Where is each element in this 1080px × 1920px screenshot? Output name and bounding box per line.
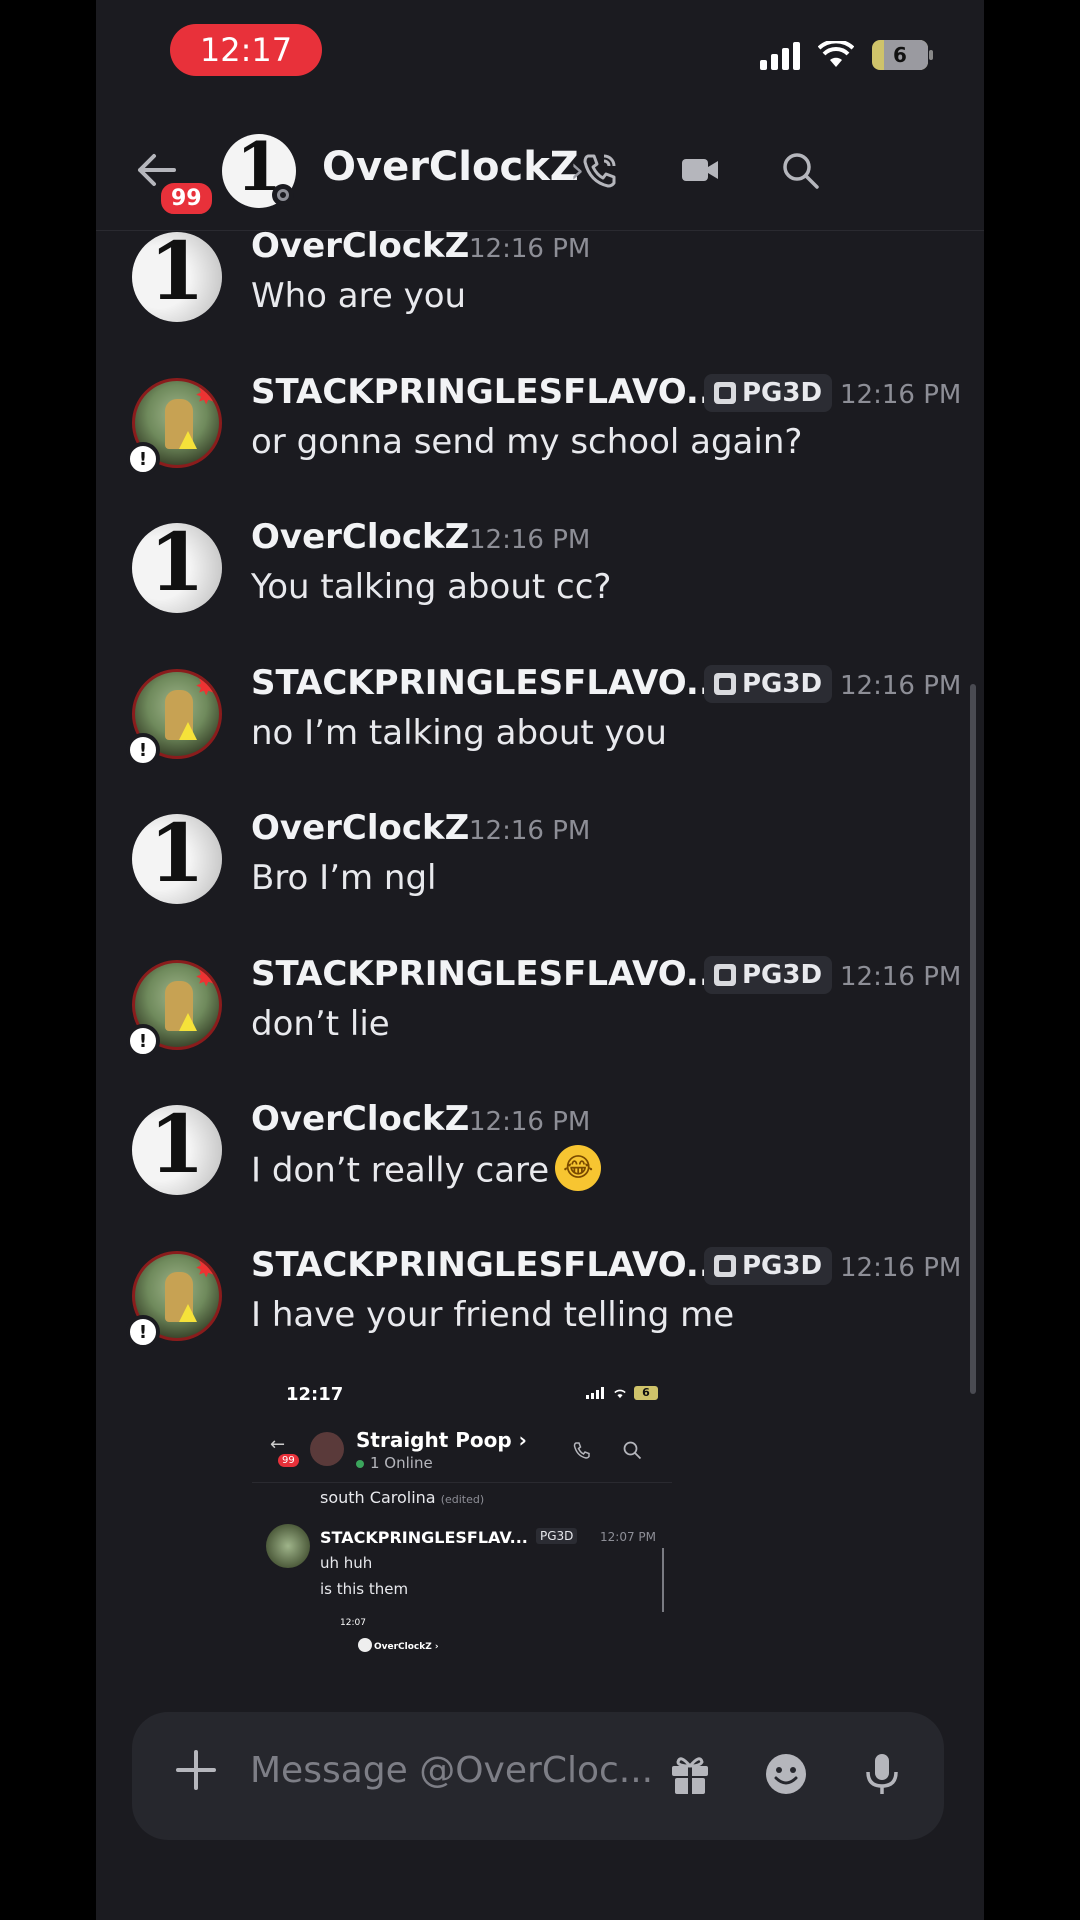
cellular-signal-icon: [760, 40, 800, 70]
message-timestamp: 12:16 PM: [469, 234, 591, 264]
message-author[interactable]: OverClockZ: [251, 517, 469, 557]
embed-timestamp: 12:07 PM: [600, 1530, 656, 1544]
cellular-signal-icon: [586, 1387, 604, 1399]
warning-icon: !: [126, 1315, 160, 1349]
emoji-icon[interactable]: [764, 1752, 808, 1796]
wifi-icon: [818, 41, 854, 67]
message-text: no I’m talking about you: [251, 713, 667, 753]
gift-icon[interactable]: [668, 1752, 712, 1796]
unread-badge: 99: [158, 180, 215, 217]
server-tag[interactable]: PG3D: [704, 1247, 833, 1285]
avatar: [310, 1432, 344, 1466]
message-author[interactable]: STACKPRINGLESFLAVO...: [251, 372, 725, 412]
server-tag[interactable]: PG3D: [704, 956, 833, 994]
message-author[interactable]: OverClockZ: [251, 226, 469, 266]
message-author[interactable]: STACKPRINGLESFLAVO...: [251, 663, 725, 703]
message-text: Who are you: [251, 276, 467, 316]
search-icon: [623, 1441, 642, 1460]
embed-message-text: south Carolina (edited): [320, 1488, 485, 1507]
search-icon[interactable]: [780, 150, 820, 190]
message[interactable]: 1 OverClockZ 12:16 PM I don’t really car…: [96, 1099, 984, 1225]
server-tag-icon: [714, 964, 736, 986]
image-attachment[interactable]: 12:17 6 ← 99 Straight Poop › 1 Online so…: [252, 1370, 672, 1700]
video-camera-icon[interactable]: [680, 150, 720, 190]
embed-status-indicators: 6: [586, 1386, 658, 1400]
embed-message-text: is this them: [320, 1580, 409, 1598]
avatar: [358, 1638, 372, 1652]
message[interactable]: ✸ ! STACKPRINGLESFLAVO... PG3D 12:16 PM …: [96, 954, 984, 1080]
scrollbar[interactable]: [970, 684, 976, 1394]
message[interactable]: ✸ ! STACKPRINGLESFLAVO... PG3D 12:16 PM …: [96, 1245, 984, 1371]
avatar[interactable]: 1: [132, 1105, 222, 1195]
server-tag-icon: [714, 382, 736, 404]
message-text: I don’t really care 😂: [251, 1145, 602, 1195]
laughing-emoji-icon: 😂: [555, 1145, 602, 1191]
avatar[interactable]: 1: [132, 814, 222, 904]
message-text: Bro I’m ngl: [251, 858, 437, 898]
battery-icon: 6: [872, 40, 933, 70]
embed-title: Straight Poop ›: [356, 1428, 527, 1452]
message-timestamp: 12:16 PM: [840, 962, 962, 992]
message-input[interactable]: Message @OverCloc...: [250, 1750, 653, 1791]
phone-call-icon[interactable]: [580, 150, 620, 190]
message-text: You talking about cc?: [251, 567, 612, 607]
message[interactable]: 1 OverClockZ 12:16 PM Who are you: [96, 226, 984, 352]
message[interactable]: 1 OverClockZ 12:16 PM Bro I’m ngl: [96, 808, 984, 934]
avatar[interactable]: 1: [132, 232, 222, 322]
message-timestamp: 12:16 PM: [840, 671, 962, 701]
warning-icon: !: [126, 733, 160, 767]
microphone-icon[interactable]: [860, 1752, 904, 1796]
chat-header: 99 1 OverClockZ ›: [96, 120, 984, 231]
message-timestamp: 12:16 PM: [469, 525, 591, 555]
message-author[interactable]: OverClockZ: [251, 808, 469, 848]
message-timestamp: 12:16 PM: [840, 1253, 962, 1283]
status-time[interactable]: 12:17: [170, 24, 322, 76]
message-author[interactable]: OverClockZ: [251, 1099, 469, 1139]
embed-status-time: 12:17: [286, 1384, 344, 1405]
embed-online-count: 1 Online: [356, 1454, 433, 1472]
embed-author: STACKPRINGLESFLAV...: [320, 1528, 528, 1547]
message-timestamp: 12:16 PM: [840, 380, 962, 410]
message-text: I have your friend telling me: [251, 1295, 735, 1335]
phone-call-icon: [573, 1442, 590, 1459]
plus-icon[interactable]: [176, 1750, 216, 1790]
message-timestamp: 12:16 PM: [469, 1107, 591, 1137]
warning-icon: !: [126, 1024, 160, 1058]
warning-icon: !: [126, 442, 160, 476]
message-text: or gonna send my school again?: [251, 422, 803, 462]
server-tag[interactable]: PG3D: [704, 374, 833, 412]
nested-screenshot: 12:07 OverClockZ ›: [328, 1616, 538, 1672]
back-arrow-icon: ←: [270, 1434, 286, 1455]
message[interactable]: ✸ ! STACKPRINGLESFLAVO... PG3D 12:16 PM …: [96, 372, 984, 498]
message-author[interactable]: STACKPRINGLESFLAVO...: [251, 954, 725, 994]
message-author[interactable]: STACKPRINGLESFLAVO...: [251, 1245, 725, 1285]
message[interactable]: ✸ ! STACKPRINGLESFLAVO... PG3D 12:16 PM …: [96, 663, 984, 789]
message[interactable]: 1 OverClockZ 12:16 PM You talking about …: [96, 517, 984, 643]
wifi-icon: [614, 1389, 626, 1399]
page-title[interactable]: OverClockZ: [322, 144, 579, 190]
server-tag: PG3D: [536, 1528, 578, 1544]
embed-message-text: uh huh: [320, 1554, 373, 1572]
battery-icon: 6: [634, 1386, 658, 1400]
message-text: don’t lie: [251, 1004, 390, 1044]
nested-title: OverClockZ ›: [374, 1642, 439, 1652]
avatar: [266, 1524, 310, 1568]
unread-badge: 99: [278, 1454, 299, 1467]
server-tag-icon: [714, 1255, 736, 1277]
battery-level: 6: [893, 43, 907, 67]
server-tag[interactable]: PG3D: [704, 665, 833, 703]
nested-time: 12:07: [340, 1618, 366, 1628]
status-indicators: 6: [760, 40, 933, 70]
embed-scrollbar: [662, 1548, 664, 1612]
message-timestamp: 12:16 PM: [469, 816, 591, 846]
server-tag-icon: [714, 673, 736, 695]
avatar[interactable]: 1: [132, 523, 222, 613]
message-composer[interactable]: Message @OverCloc...: [132, 1712, 944, 1840]
chat-screen: 12:17 6 99 1 OverClockZ › OverClockZ 12:…: [96, 0, 984, 1920]
offline-status-icon: [272, 184, 294, 206]
